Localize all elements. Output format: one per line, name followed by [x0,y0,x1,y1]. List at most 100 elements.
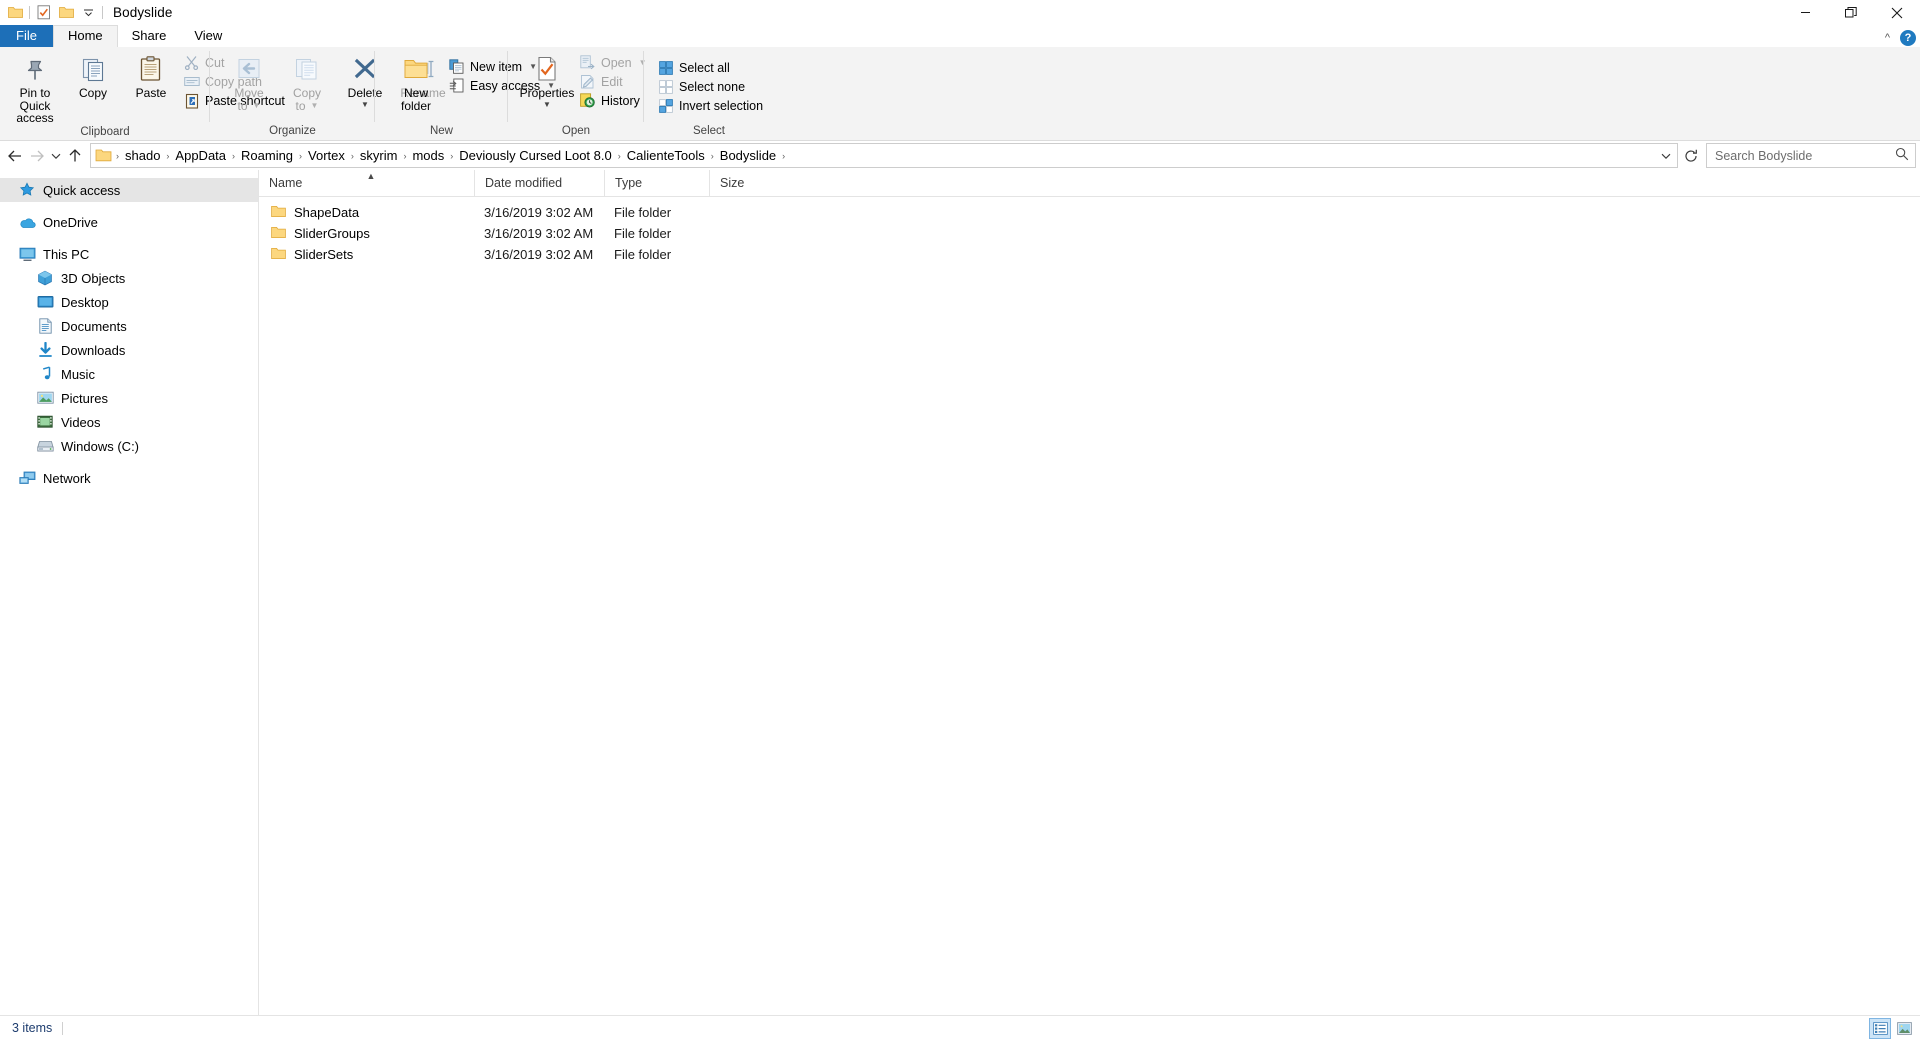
sidebar-item-pictures[interactable]: Pictures [0,386,258,410]
sidebar-item-downloads[interactable]: Downloads [0,338,258,362]
column-headers: ▲ Name Date modified Type Size [259,170,1920,197]
minimize-button[interactable] [1782,0,1828,25]
copy-icon [80,54,107,84]
edit-icon [579,73,596,90]
tab-file[interactable]: File [0,25,53,47]
sidebar-item-desktop[interactable]: Desktop [0,290,258,314]
sidebar-item-quick-access[interactable]: Quick access [0,178,258,202]
paste-label: Paste [135,86,167,100]
this-pc-icon [18,245,36,263]
maximize-button[interactable] [1828,0,1874,25]
qat-dropdown-icon[interactable] [77,2,99,24]
sidebar-item-label: 3D Objects [61,270,126,286]
breadcrumb-item-shado[interactable]: shado [120,146,165,165]
folder-icon [271,247,286,263]
ribbon-group-label-open: Open [561,125,591,137]
back-arrow-icon[interactable] [4,144,26,168]
sidebar-item-3d-objects[interactable]: 3D Objects [0,266,258,290]
up-arrow-icon[interactable] [64,144,86,168]
details-view-button[interactable] [1869,1017,1891,1039]
search-icon[interactable] [1895,147,1909,164]
pictures-icon [36,389,54,407]
move-to-button[interactable]: Move to ▼ [220,51,278,112]
ribbon-tabs: File Home Share View ^ ? [0,25,1920,47]
invert-selection-button[interactable]: Invert selection [654,96,768,115]
chevron-down-icon[interactable]: ▼ [543,100,551,108]
sidebar-item-network[interactable]: Network [0,466,258,490]
breadcrumb-bar[interactable]: › shado › AppData › Roaming › Vortex › s… [90,143,1678,168]
column-header-date-modified[interactable]: Date modified [474,170,604,196]
paste-button[interactable]: Paste [122,51,180,100]
ribbon-group-label-clipboard: Clipboard [80,125,130,138]
title-bar: Bodyslide [0,0,1920,25]
file-name-cell: SliderSets [259,244,474,265]
ribbon-group-new: New folder New item ▼ Easy access ▼ New [375,47,555,140]
star-pin-icon [18,181,36,199]
column-header-label: Type [615,176,643,190]
sidebar-item-onedrive[interactable]: OneDrive [0,210,258,234]
edit-button[interactable]: Edit [576,72,652,91]
forward-arrow-icon[interactable] [26,144,48,168]
copy-to-button[interactable]: Copy to ▼ [278,51,336,112]
tab-view[interactable]: View [180,25,236,47]
chevron-down-icon[interactable]: ▼ [361,100,369,108]
sidebar-item-documents[interactable]: Documents [0,314,258,338]
new-folder-button[interactable]: New folder [387,51,445,112]
open-button[interactable]: Open ▼ [576,53,652,72]
videos-icon [36,413,54,431]
tab-share[interactable]: Share [118,25,181,47]
column-header-name[interactable]: ▲ Name [259,170,474,196]
file-name-label: SliderSets [294,247,354,262]
properties-button[interactable]: Properties ▼ [518,51,576,108]
scissors-icon [183,54,200,71]
copy-to-icon [294,54,320,84]
select-all-button[interactable]: Select all [654,58,768,77]
refresh-icon[interactable] [1680,144,1702,167]
close-button[interactable] [1874,0,1920,25]
breadcrumb-separator[interactable]: › [781,151,786,161]
table-row[interactable]: SliderGroups 3/16/2019 3:02 AM File fold… [259,223,1920,244]
new-folder-icon[interactable] [55,2,77,24]
properties-check-icon[interactable] [33,2,55,24]
history-button[interactable]: History [576,91,652,110]
sidebar-item-videos[interactable]: Videos [0,410,258,434]
copy-label: Copy [78,86,107,100]
column-header-label: Name [269,176,303,190]
ribbon-group-label-select: Select [693,125,725,137]
file-rows: ShapeData 3/16/2019 3:02 AM File folder … [259,197,1920,1015]
sidebar-item-windows-c[interactable]: Windows (C:) [0,434,258,458]
breadcrumb-item-roaming[interactable]: Roaming [236,146,298,165]
search-input[interactable]: Search Bodyslide [1706,143,1916,168]
tab-home[interactable]: Home [52,25,118,47]
table-row[interactable]: SliderSets 3/16/2019 3:02 AM File folder [259,244,1920,265]
breadcrumb-item-vortex[interactable]: Vortex [303,146,350,165]
table-row[interactable]: ShapeData 3/16/2019 3:02 AM File folder [259,202,1920,223]
sidebar-item-this-pc[interactable]: This PC [0,242,258,266]
pin-to-quick-access-button[interactable]: Pin to Quick access [6,51,64,125]
invert-selection-label: Invert selection [679,98,764,113]
sidebar-item-label: Network [43,470,91,486]
select-all-icon [657,59,674,76]
breadcrumb-item-skyrim[interactable]: skyrim [355,146,403,165]
onedrive-cloud-icon [18,213,36,231]
pin-to-quick-access-label-line2: access [16,111,54,125]
breadcrumb-item-deviously-cursed-loot[interactable]: Deviously Cursed Loot 8.0 [454,146,616,165]
large-icons-view-button[interactable] [1894,1019,1914,1038]
column-header-size[interactable]: Size [709,170,784,196]
sidebar-item-music[interactable]: Music [0,362,258,386]
select-none-button[interactable]: Select none [654,77,768,96]
breadcrumb-item-bodyslide[interactable]: Bodyslide [715,146,781,165]
move-to-label-line1: Move [234,86,264,100]
file-date-cell: 3/16/2019 3:02 AM [484,226,594,241]
chevron-down-icon[interactable] [1655,145,1677,166]
recent-locations-icon[interactable] [48,144,64,168]
help-icon[interactable]: ? [1900,30,1916,46]
copy-button[interactable]: Copy [64,51,122,100]
breadcrumb-item-appdata[interactable]: AppData [170,146,231,165]
collapse-ribbon-button[interactable]: ^ [1885,32,1890,44]
downloads-icon [36,341,54,359]
column-header-type[interactable]: Type [604,170,709,196]
easy-access-icon [448,77,465,94]
breadcrumb-item-mods[interactable]: mods [407,146,449,165]
breadcrumb-item-calientetools[interactable]: CalienteTools [622,146,710,165]
